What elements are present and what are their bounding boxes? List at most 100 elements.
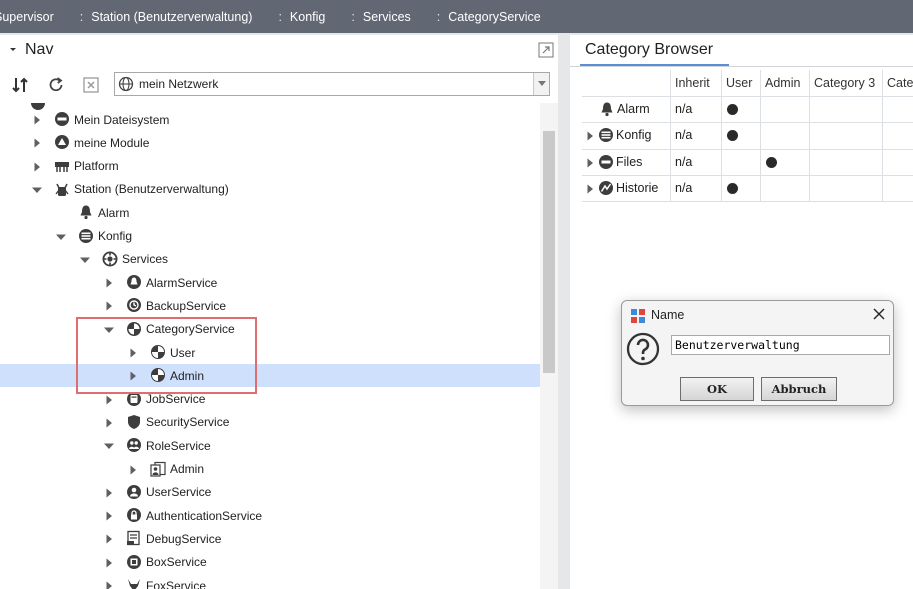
tree-node-authenticationservice[interactable]: AuthenticationService (0, 504, 540, 527)
tree-node-alarm[interactable]: Alarm (0, 201, 540, 224)
membership-cell[interactable] (721, 175, 760, 201)
collapsed-caret-icon[interactable] (128, 370, 138, 381)
collapsed-caret-icon[interactable] (585, 157, 595, 168)
breadcrumb-item-station[interactable]: : Station (Benutzerverwaltung) (80, 0, 279, 33)
collapsed-caret-icon[interactable] (104, 487, 114, 498)
tree-node-mein-dateisystem[interactable]: Mein Dateisystem (0, 108, 540, 131)
history-icon (598, 180, 614, 196)
close-icon[interactable] (871, 306, 887, 322)
inherit-value: n/a (675, 128, 693, 143)
tree-node-label: RoleService (146, 438, 211, 453)
tree-node-alarmservice[interactable]: AlarmService (0, 271, 540, 294)
collapsed-caret-icon[interactable] (104, 533, 114, 544)
drive-icon (54, 111, 70, 127)
tree-node-securityservice[interactable]: SecurityService (0, 411, 540, 434)
category-row-alarm[interactable]: Alarm (582, 96, 670, 122)
tree-node-label: Platform (74, 159, 119, 174)
collapsed-caret-icon[interactable] (104, 557, 114, 568)
column-header-categ[interactable]: Categ (887, 70, 913, 96)
tree-node-admin[interactable]: Admin (0, 458, 540, 481)
membership-cell[interactable] (721, 96, 760, 122)
tree-node-debugservice[interactable]: DebugService (0, 527, 540, 550)
nav-scrollbar-thumb[interactable] (543, 131, 555, 373)
tree-node-label: Alarm (98, 205, 130, 220)
collapse-caret-icon[interactable] (8, 44, 18, 54)
membership-cell[interactable] (809, 122, 882, 148)
sort-updown-icon[interactable] (10, 75, 30, 95)
collapsed-caret-icon[interactable] (128, 464, 138, 474)
drive-icon (598, 154, 614, 170)
membership-cell[interactable] (882, 175, 913, 201)
membership-cell[interactable] (760, 122, 809, 148)
tree-node-services[interactable]: Services (0, 248, 540, 271)
tree-node-boxservice[interactable]: BoxService (0, 551, 540, 574)
membership-cell[interactable] (721, 122, 760, 148)
tree-node-station-benutzerverwaltung[interactable]: Station (Benutzerverwaltung) (0, 178, 540, 201)
membership-cell[interactable] (760, 96, 809, 122)
tree-node-foxservice[interactable]: FoxService (0, 574, 540, 589)
tree-node-konfig[interactable]: Konfig (0, 225, 540, 248)
membership-dot-icon (727, 130, 738, 142)
expanded-caret-icon[interactable] (32, 184, 42, 194)
dropdown-arrow-icon[interactable] (533, 73, 549, 95)
name-input[interactable] (671, 335, 890, 355)
collapsed-caret-icon[interactable] (585, 130, 595, 141)
tree-node-jobservice[interactable]: JobService (0, 388, 540, 411)
membership-cell[interactable] (809, 175, 882, 201)
refresh-icon[interactable] (46, 75, 66, 95)
collapsed-caret-icon[interactable] (585, 183, 595, 194)
maximize-icon[interactable] (538, 42, 554, 58)
column-header-admin[interactable]: Admin (765, 70, 800, 96)
membership-cell[interactable] (809, 149, 882, 175)
collapsed-caret-icon[interactable] (32, 114, 42, 125)
expanded-caret-icon[interactable] (104, 440, 114, 450)
membership-cell[interactable] (882, 149, 913, 175)
membership-cell[interactable] (760, 149, 809, 175)
tree-node-categoryservice[interactable]: CategoryService (0, 318, 540, 341)
collapsed-caret-icon[interactable] (104, 580, 114, 589)
database-icon (598, 127, 614, 143)
breadcrumb-item-konfig[interactable]: : Konfig (278, 0, 351, 33)
collapsed-caret-icon[interactable] (104, 277, 114, 288)
collapsed-caret-icon[interactable] (128, 347, 138, 358)
category-row-files[interactable]: Files (582, 149, 670, 175)
tree-node-admin[interactable]: Admin (0, 364, 540, 388)
collapsed-caret-icon[interactable] (104, 417, 114, 428)
tree-node-label: FoxService (146, 578, 207, 589)
tree-node-user[interactable]: User (0, 341, 540, 364)
collapsed-caret-icon[interactable] (104, 510, 114, 521)
tree-node-label: Services (122, 252, 169, 267)
breadcrumb-item-supervisor[interactable]: Supervisor (0, 0, 80, 33)
cancel-button[interactable]: Abbruch (761, 377, 837, 401)
membership-cell[interactable] (882, 122, 913, 148)
ok-button[interactable]: OK (680, 377, 754, 401)
tree-node-userservice[interactable]: UserService (0, 481, 540, 504)
column-header-category-3[interactable]: Category 3 (814, 70, 875, 96)
tree-node-meine-module[interactable]: meine Module (0, 131, 540, 154)
expanded-caret-icon[interactable] (104, 324, 114, 334)
breadcrumb-item-categoryservice[interactable]: : CategoryService (437, 0, 567, 33)
tree-node-roleservice[interactable]: RoleService (0, 434, 540, 457)
tree-node-backupservice[interactable]: BackupService (0, 294, 540, 317)
category-row-historie[interactable]: Historie (582, 175, 670, 201)
expanded-caret-icon[interactable] (56, 231, 66, 241)
membership-cell[interactable] (721, 149, 760, 175)
collapsed-caret-icon[interactable] (104, 300, 114, 311)
membership-cell[interactable] (809, 96, 882, 122)
column-header-user[interactable]: User (726, 70, 752, 96)
tree-node-platform[interactable]: Platform (0, 155, 540, 178)
category-row-konfig[interactable]: Konfig (582, 122, 670, 148)
network-selector[interactable]: mein Netzwerk (114, 72, 550, 96)
column-header-inherit[interactable]: Inherit (675, 70, 710, 96)
collapsed-caret-icon[interactable] (104, 394, 114, 405)
membership-cell[interactable] (882, 96, 913, 122)
nav-tree: Mein Dateisystem meine Module Platform Stat… (0, 103, 540, 589)
expanded-caret-icon[interactable] (80, 254, 90, 264)
membership-cell[interactable] (760, 175, 809, 201)
breadcrumb: Supervisor : Station (Benutzerverwaltung… (0, 0, 913, 33)
collapsed-caret-icon[interactable] (32, 161, 42, 172)
tab-category-browser[interactable]: Category Browser (580, 35, 730, 66)
breadcrumb-item-services[interactable]: : Services (351, 0, 436, 33)
close-box-icon[interactable] (81, 75, 101, 95)
collapsed-caret-icon[interactable] (32, 137, 42, 148)
